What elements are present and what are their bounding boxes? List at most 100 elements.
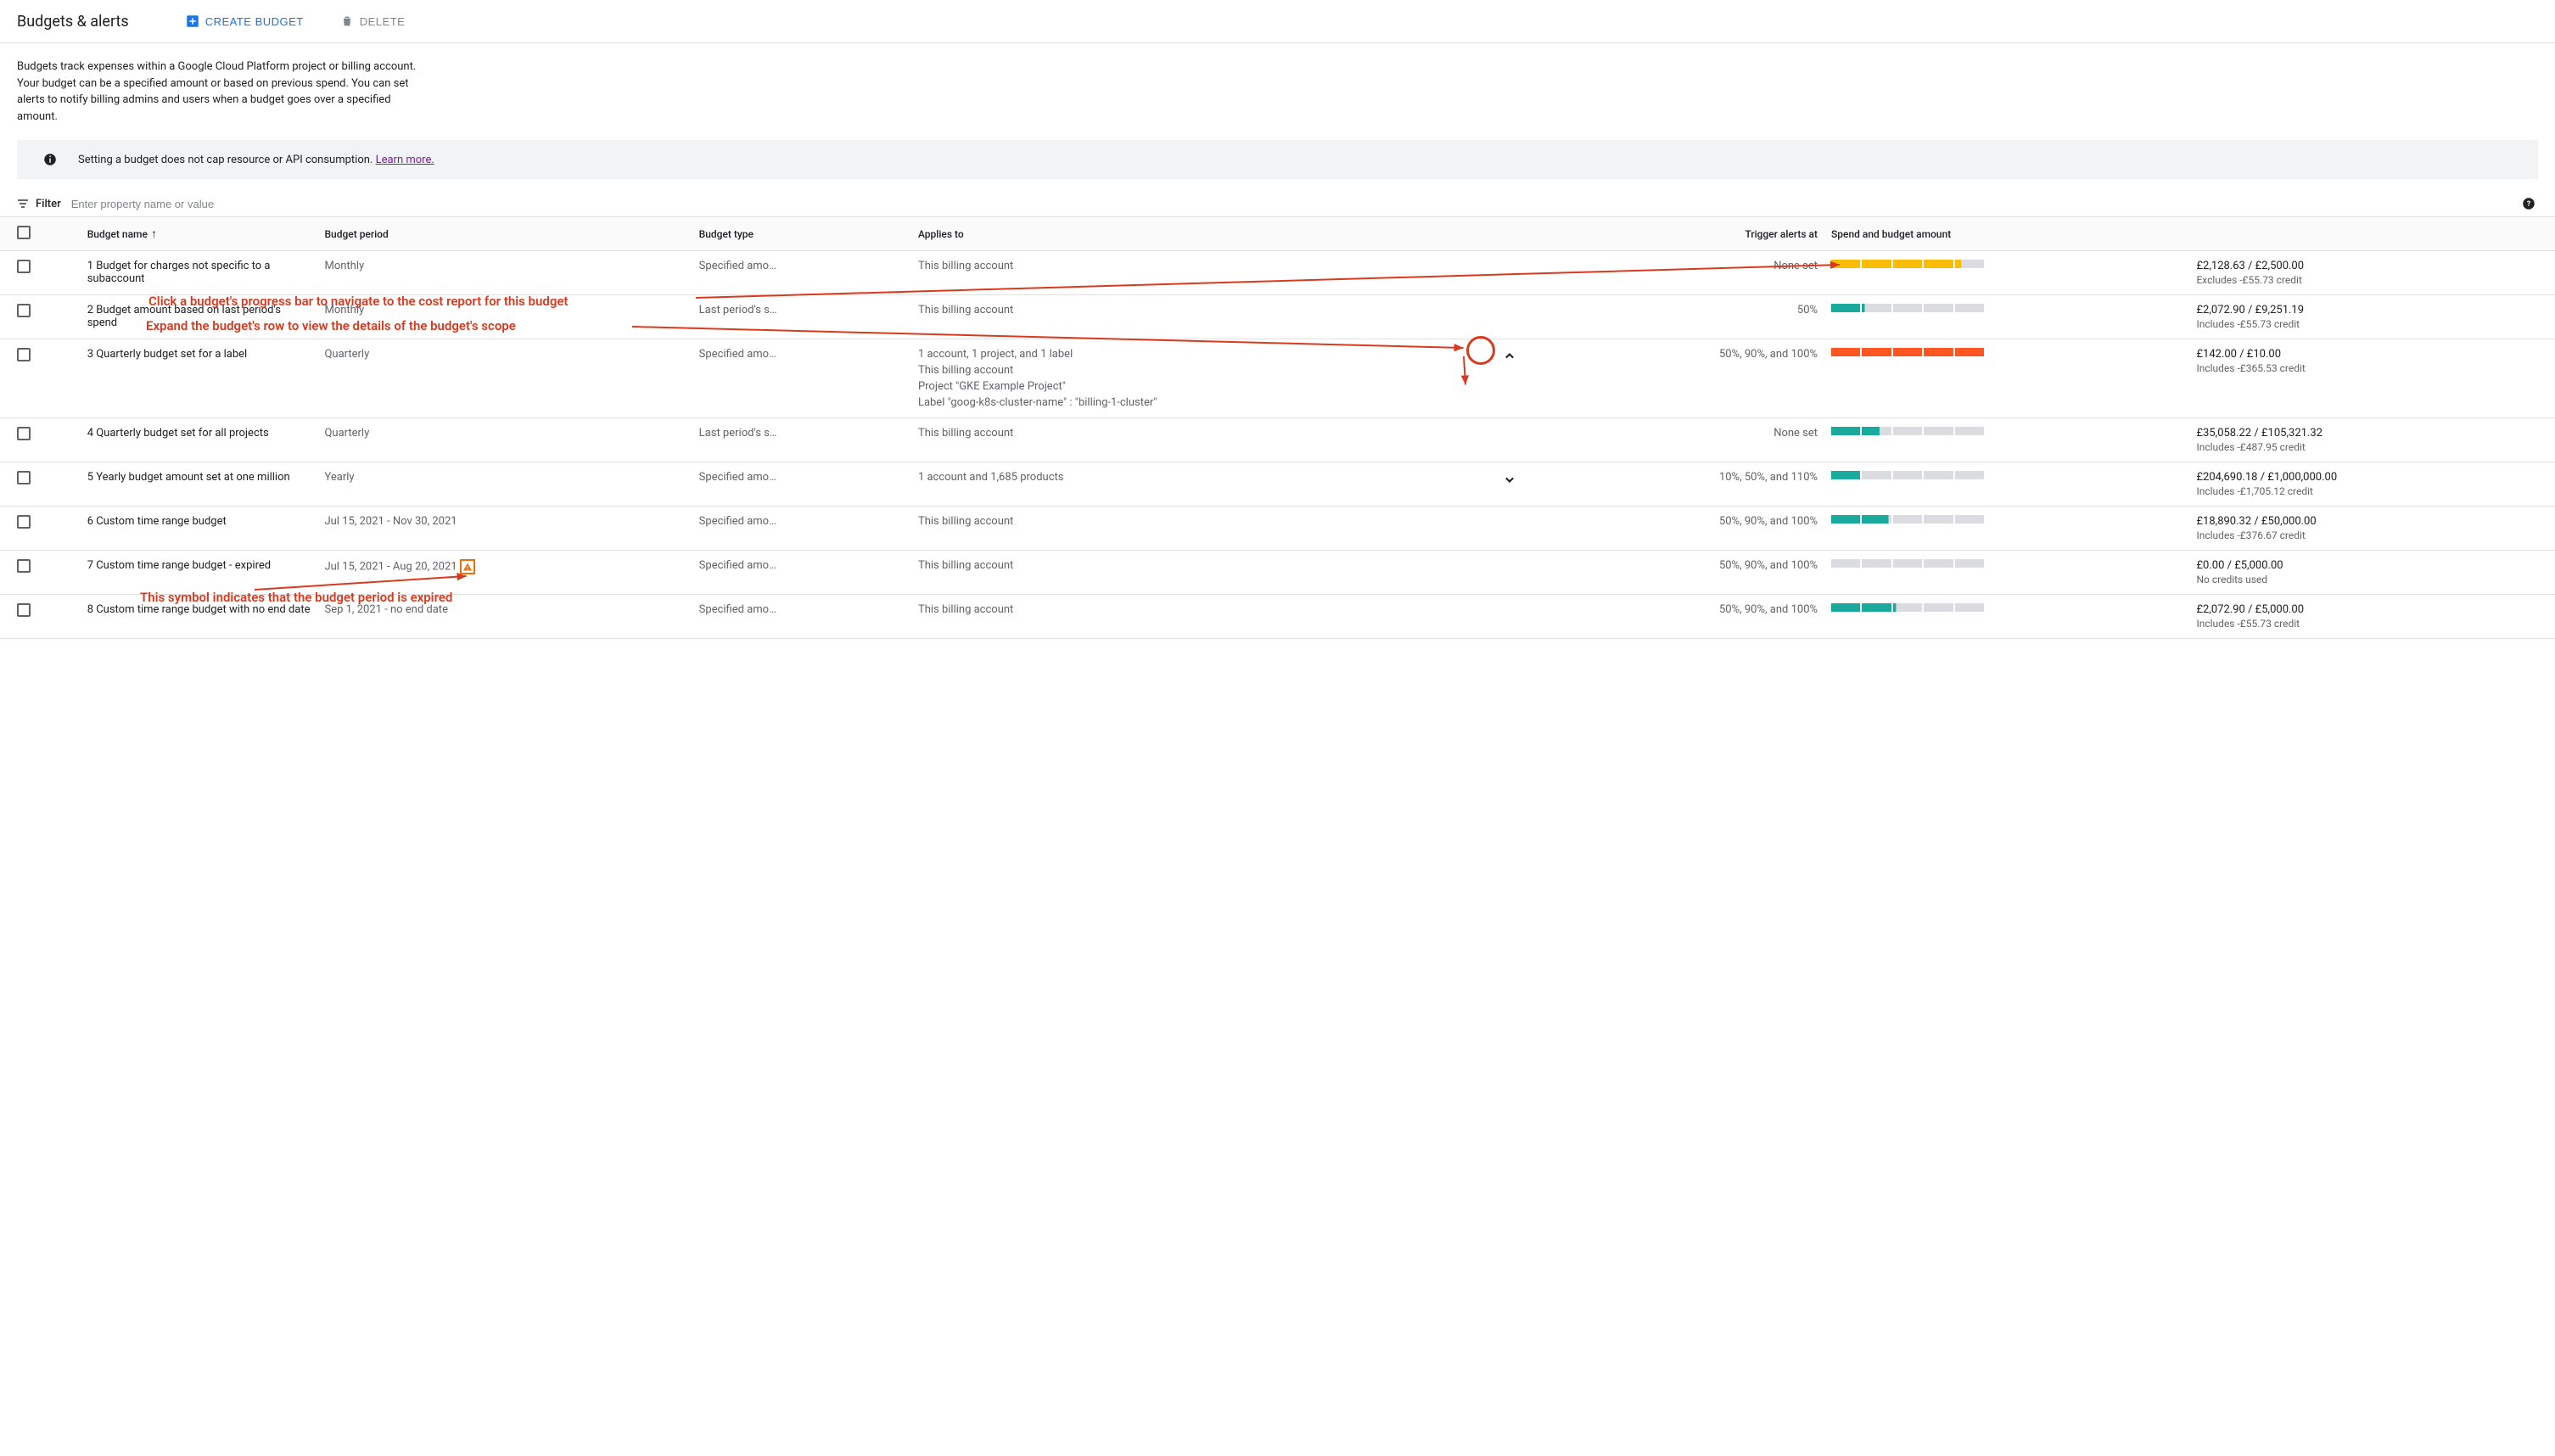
progress-segment [1893, 348, 1922, 356]
table-row[interactable]: 4 Quarterly budget set for all projectsQ… [0, 418, 2555, 462]
applies-to-detail: This billing account [918, 364, 1453, 377]
progress-segment [1893, 427, 1922, 435]
create-budget-button[interactable]: CREATE BUDGET [180, 8, 309, 34]
chevron-up-icon[interactable] [1501, 356, 1518, 368]
spend-amount: £0.00 / £5,000.00 [2196, 559, 2548, 572]
progress-bar[interactable] [1831, 427, 1984, 435]
col-applies[interactable]: Applies to [911, 217, 1460, 251]
applies-to: This billing account [911, 295, 1460, 339]
progress-segment [1862, 603, 1891, 612]
progress-segment [1924, 603, 1953, 612]
table-row[interactable]: 6 Custom time range budgetJul 15, 2021 -… [0, 507, 2555, 551]
spend-amount: £2,072.90 / £9,251.19 [2196, 304, 2548, 316]
trigger-alerts: 50%, 90%, and 100% [1560, 551, 1824, 595]
applies-to-detail: Project "GKE Example Project" [918, 380, 1453, 393]
trigger-alerts: 50% [1560, 295, 1824, 339]
credit-note: Includes -£487.95 credit [2196, 441, 2548, 453]
budget-name[interactable]: 4 Quarterly budget set for all projects [81, 418, 318, 462]
budget-type: Last period's s… [692, 295, 911, 339]
svg-text:?: ? [2527, 200, 2531, 209]
row-checkbox[interactable] [17, 427, 31, 440]
row-checkbox[interactable] [17, 603, 31, 617]
trigger-alerts: 50%, 90%, and 100% [1560, 595, 1824, 639]
budget-type: Specified amo… [692, 551, 911, 595]
row-checkbox[interactable] [17, 559, 31, 573]
progress-segment [1955, 471, 1984, 479]
progress-bar[interactable] [1831, 559, 1984, 568]
help-icon[interactable]: ? [2521, 196, 2536, 211]
delete-button[interactable]: DELETE [334, 8, 411, 34]
credit-note: Includes -£1,705.12 credit [2196, 485, 2548, 497]
spend-amount: £2,072.90 / £5,000.00 [2196, 603, 2548, 616]
budgets-table: Budget name↑ Budget period Budget type A… [0, 216, 2555, 639]
progress-segment [1893, 603, 1922, 612]
table-row[interactable]: 2 Budget amount based on last period's s… [0, 295, 2555, 339]
budget-name[interactable]: 7 Custom time range budget - expired [81, 551, 318, 595]
row-checkbox[interactable] [17, 304, 31, 317]
budget-name[interactable]: 1 Budget for charges not specific to a s… [81, 251, 318, 295]
spend-amount: £18,890.32 / £50,000.00 [2196, 515, 2548, 528]
trigger-alerts: 50%, 90%, and 100% [1560, 507, 1824, 551]
progress-segment [1862, 559, 1891, 568]
progress-segment [1831, 348, 1860, 356]
progress-bar[interactable] [1831, 471, 1984, 479]
applies-to: This billing account [911, 251, 1460, 295]
progress-segment [1955, 304, 1984, 312]
row-checkbox[interactable] [17, 348, 31, 361]
credit-note: Includes -£55.73 credit [2196, 318, 2548, 330]
trigger-alerts: None set [1560, 251, 1824, 295]
progress-bar[interactable] [1831, 515, 1984, 524]
col-trigger[interactable]: Trigger alerts at [1560, 217, 1824, 251]
row-checkbox[interactable] [17, 471, 31, 484]
progress-bar[interactable] [1831, 304, 1984, 312]
filter-input[interactable] [71, 198, 2540, 210]
row-checkbox[interactable] [17, 515, 31, 529]
budget-name[interactable]: 8 Custom time range budget with no end d… [81, 595, 318, 639]
budget-name[interactable]: 5 Yearly budget amount set at one millio… [81, 462, 318, 507]
progress-bar[interactable] [1831, 348, 1984, 356]
progress-segment [1955, 603, 1984, 612]
filter-label[interactable]: Filter [15, 196, 61, 211]
spend-amount: £204,690.18 / £1,000,000.00 [2196, 471, 2548, 484]
credit-note: Excludes -£55.73 credit [2196, 274, 2548, 286]
progress-segment [1955, 559, 1984, 568]
col-spend[interactable]: Spend and budget amount [1824, 217, 2189, 251]
budget-name[interactable]: 2 Budget amount based on last period's s… [81, 295, 318, 339]
spend-amount: £142.00 / £10.00 [2196, 348, 2548, 361]
chevron-down-icon[interactable] [1501, 479, 1518, 491]
progress-segment [1893, 260, 1922, 268]
col-type[interactable]: Budget type [692, 217, 911, 251]
applies-to: This billing account [911, 595, 1460, 639]
info-banner-text: Setting a budget does not cap resource o… [78, 154, 434, 166]
budget-period: Monthly [317, 295, 692, 339]
table-row[interactable]: 1 Budget for charges not specific to a s… [0, 251, 2555, 295]
col-period[interactable]: Budget period [317, 217, 692, 251]
select-all-checkbox[interactable] [17, 226, 31, 239]
applies-to: This billing account [911, 418, 1460, 462]
col-name[interactable]: Budget name↑ [81, 217, 318, 251]
page-description: Budgets track expenses within a Google C… [0, 59, 441, 125]
credit-note: Includes -£55.73 credit [2196, 618, 2548, 630]
progress-segment [1893, 304, 1922, 312]
table-row[interactable]: 5 Yearly budget amount set at one millio… [0, 462, 2555, 507]
table-row[interactable]: 3 Quarterly budget set for a labelQuarte… [0, 339, 2555, 418]
progress-bar[interactable] [1831, 260, 1984, 268]
progress-segment [1924, 427, 1953, 435]
page-header: Budgets & alerts CREATE BUDGET DELETE [0, 0, 2555, 43]
progress-segment [1831, 559, 1860, 568]
plus-box-icon [185, 14, 200, 29]
spend-amount: £2,128.63 / £2,500.00 [2196, 260, 2548, 272]
progress-segment [1955, 427, 1984, 435]
budget-name[interactable]: 6 Custom time range budget [81, 507, 318, 551]
row-checkbox[interactable] [17, 260, 31, 273]
budget-type: Specified amo… [692, 251, 911, 295]
info-icon [42, 152, 58, 167]
progress-bar[interactable] [1831, 603, 1984, 612]
progress-segment [1831, 260, 1860, 268]
table-row[interactable]: 7 Custom time range budget - expiredJul … [0, 551, 2555, 595]
budget-name[interactable]: 3 Quarterly budget set for a label [81, 339, 318, 418]
table-row[interactable]: 8 Custom time range budget with no end d… [0, 595, 2555, 639]
applies-to-detail: Label "goog-k8s-cluster-name" : "billing… [918, 396, 1453, 409]
learn-more-link[interactable]: Learn more. [376, 154, 434, 166]
create-budget-label: CREATE BUDGET [205, 15, 304, 28]
